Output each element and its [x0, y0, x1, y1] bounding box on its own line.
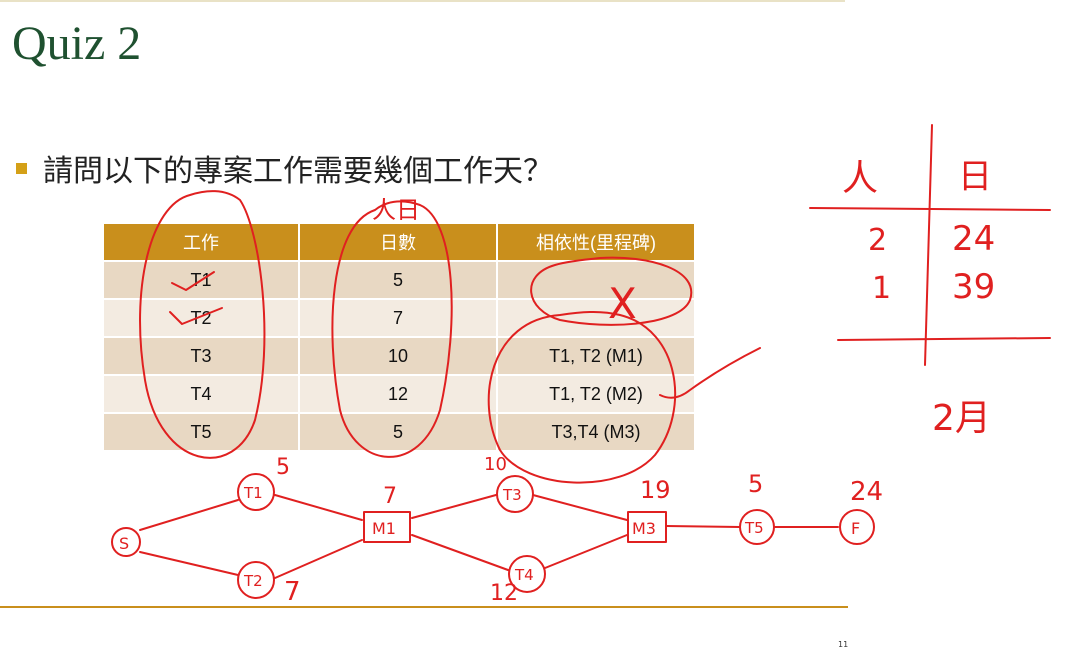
task-cell: T1 [104, 260, 300, 299]
t1-duration: 5 [276, 455, 290, 480]
task-cell: T3 [104, 336, 300, 375]
days-cell: 5 [299, 412, 498, 450]
header-note-renri: 人日 [372, 196, 420, 224]
dependency-cell: T1, T2 (M1) [497, 336, 694, 375]
table-row: T5 5 T3,T4 (M3) [104, 412, 694, 450]
edge-s-t2 [139, 551, 239, 576]
node-t1-label: T1 [243, 484, 263, 502]
header-dependency: 相依性(里程碑) [497, 224, 694, 261]
node-t2-circle [237, 561, 275, 599]
question-bullet: 請問以下的專案工作需要幾個工作天？ [16, 148, 553, 189]
task-cell: T4 [104, 374, 300, 413]
bottom-divider [0, 606, 848, 608]
edge-t1-m1 [274, 494, 363, 521]
page-number: 11 [838, 640, 849, 649]
node-t2-label: T2 [243, 572, 263, 590]
node-t3-circle [496, 475, 534, 513]
edge-s-t1 [139, 499, 239, 531]
side-table-vertical [924, 124, 933, 366]
side-row1-days: 24 [952, 219, 995, 259]
bullet-icon [16, 162, 27, 174]
edge-t2-m1 [274, 539, 363, 579]
table-row: T1 5 [104, 260, 694, 299]
node-finish-label: F [851, 519, 860, 538]
side-row2-person: 1 [872, 271, 891, 306]
header-days: 日數 [299, 224, 498, 261]
task-cell: T5 [104, 412, 300, 450]
days-cell: 12 [299, 374, 498, 413]
table-row: T4 12 T1, T2 (M2) [104, 374, 694, 413]
node-t3-label: T3 [502, 486, 522, 504]
edge-t4-m3 [544, 534, 628, 569]
table-row: T3 10 T1, T2 (M1) [104, 336, 694, 375]
t2-duration: 7 [284, 577, 301, 607]
edge-t3-m3 [532, 494, 628, 521]
node-m1-box [363, 511, 411, 543]
side-table-top-line [809, 207, 1051, 211]
side-footer-months: 2月 [932, 398, 991, 439]
edge-m1-t3 [411, 494, 497, 519]
t5-duration: 5 [748, 470, 763, 498]
side-header-person: 人 [842, 158, 878, 199]
days-cell: 5 [299, 260, 498, 299]
table-row: T2 7 [104, 298, 694, 337]
node-start-label: S [119, 534, 129, 553]
node-finish-circle [839, 509, 875, 545]
task-table: 工作 日數 相依性(里程碑) T1 5 T2 7 T3 10 T1, T2 (M… [104, 224, 694, 450]
side-header-day: 日 [958, 157, 992, 197]
edge-m3-t5 [665, 525, 741, 528]
node-t5-label: T5 [744, 519, 764, 537]
side-table-bottom-line [837, 337, 1051, 341]
side-row1-person: 2 [868, 223, 887, 258]
question-text: 請問以下的專案工作需要幾個工作天？ [43, 154, 553, 189]
header-task: 工作 [104, 224, 300, 261]
node-m3-label: M3 [632, 519, 656, 538]
node-t4-circle [508, 555, 546, 593]
node-m3-box [627, 511, 667, 543]
slide-title: Quiz 2 [12, 17, 142, 70]
dependency-cell [497, 260, 694, 299]
m3-duration: 19 [640, 476, 671, 504]
table-header-row: 工作 日數 相依性(里程碑) [104, 224, 694, 261]
node-t4-label: T4 [514, 566, 534, 584]
node-t1-circle [237, 473, 275, 511]
node-start-circle [111, 527, 141, 557]
node-t5-circle [739, 509, 775, 545]
m1-duration: 7 [383, 484, 397, 509]
f-duration: 24 [850, 477, 883, 507]
dependency-cell [497, 298, 694, 337]
node-m1-label: M1 [372, 519, 396, 538]
dependency-cell: T3,T4 (M3) [497, 412, 694, 450]
side-row2-days: 39 [952, 267, 995, 307]
days-cell: 7 [299, 298, 498, 337]
edge-m1-t4 [411, 534, 509, 571]
t4-duration: 12 [490, 581, 518, 606]
t3-duration: 10 [484, 454, 507, 475]
days-cell: 10 [299, 336, 498, 375]
dependency-cell: T1, T2 (M2) [497, 374, 694, 413]
task-cell: T2 [104, 298, 300, 337]
top-divider [0, 0, 845, 2]
